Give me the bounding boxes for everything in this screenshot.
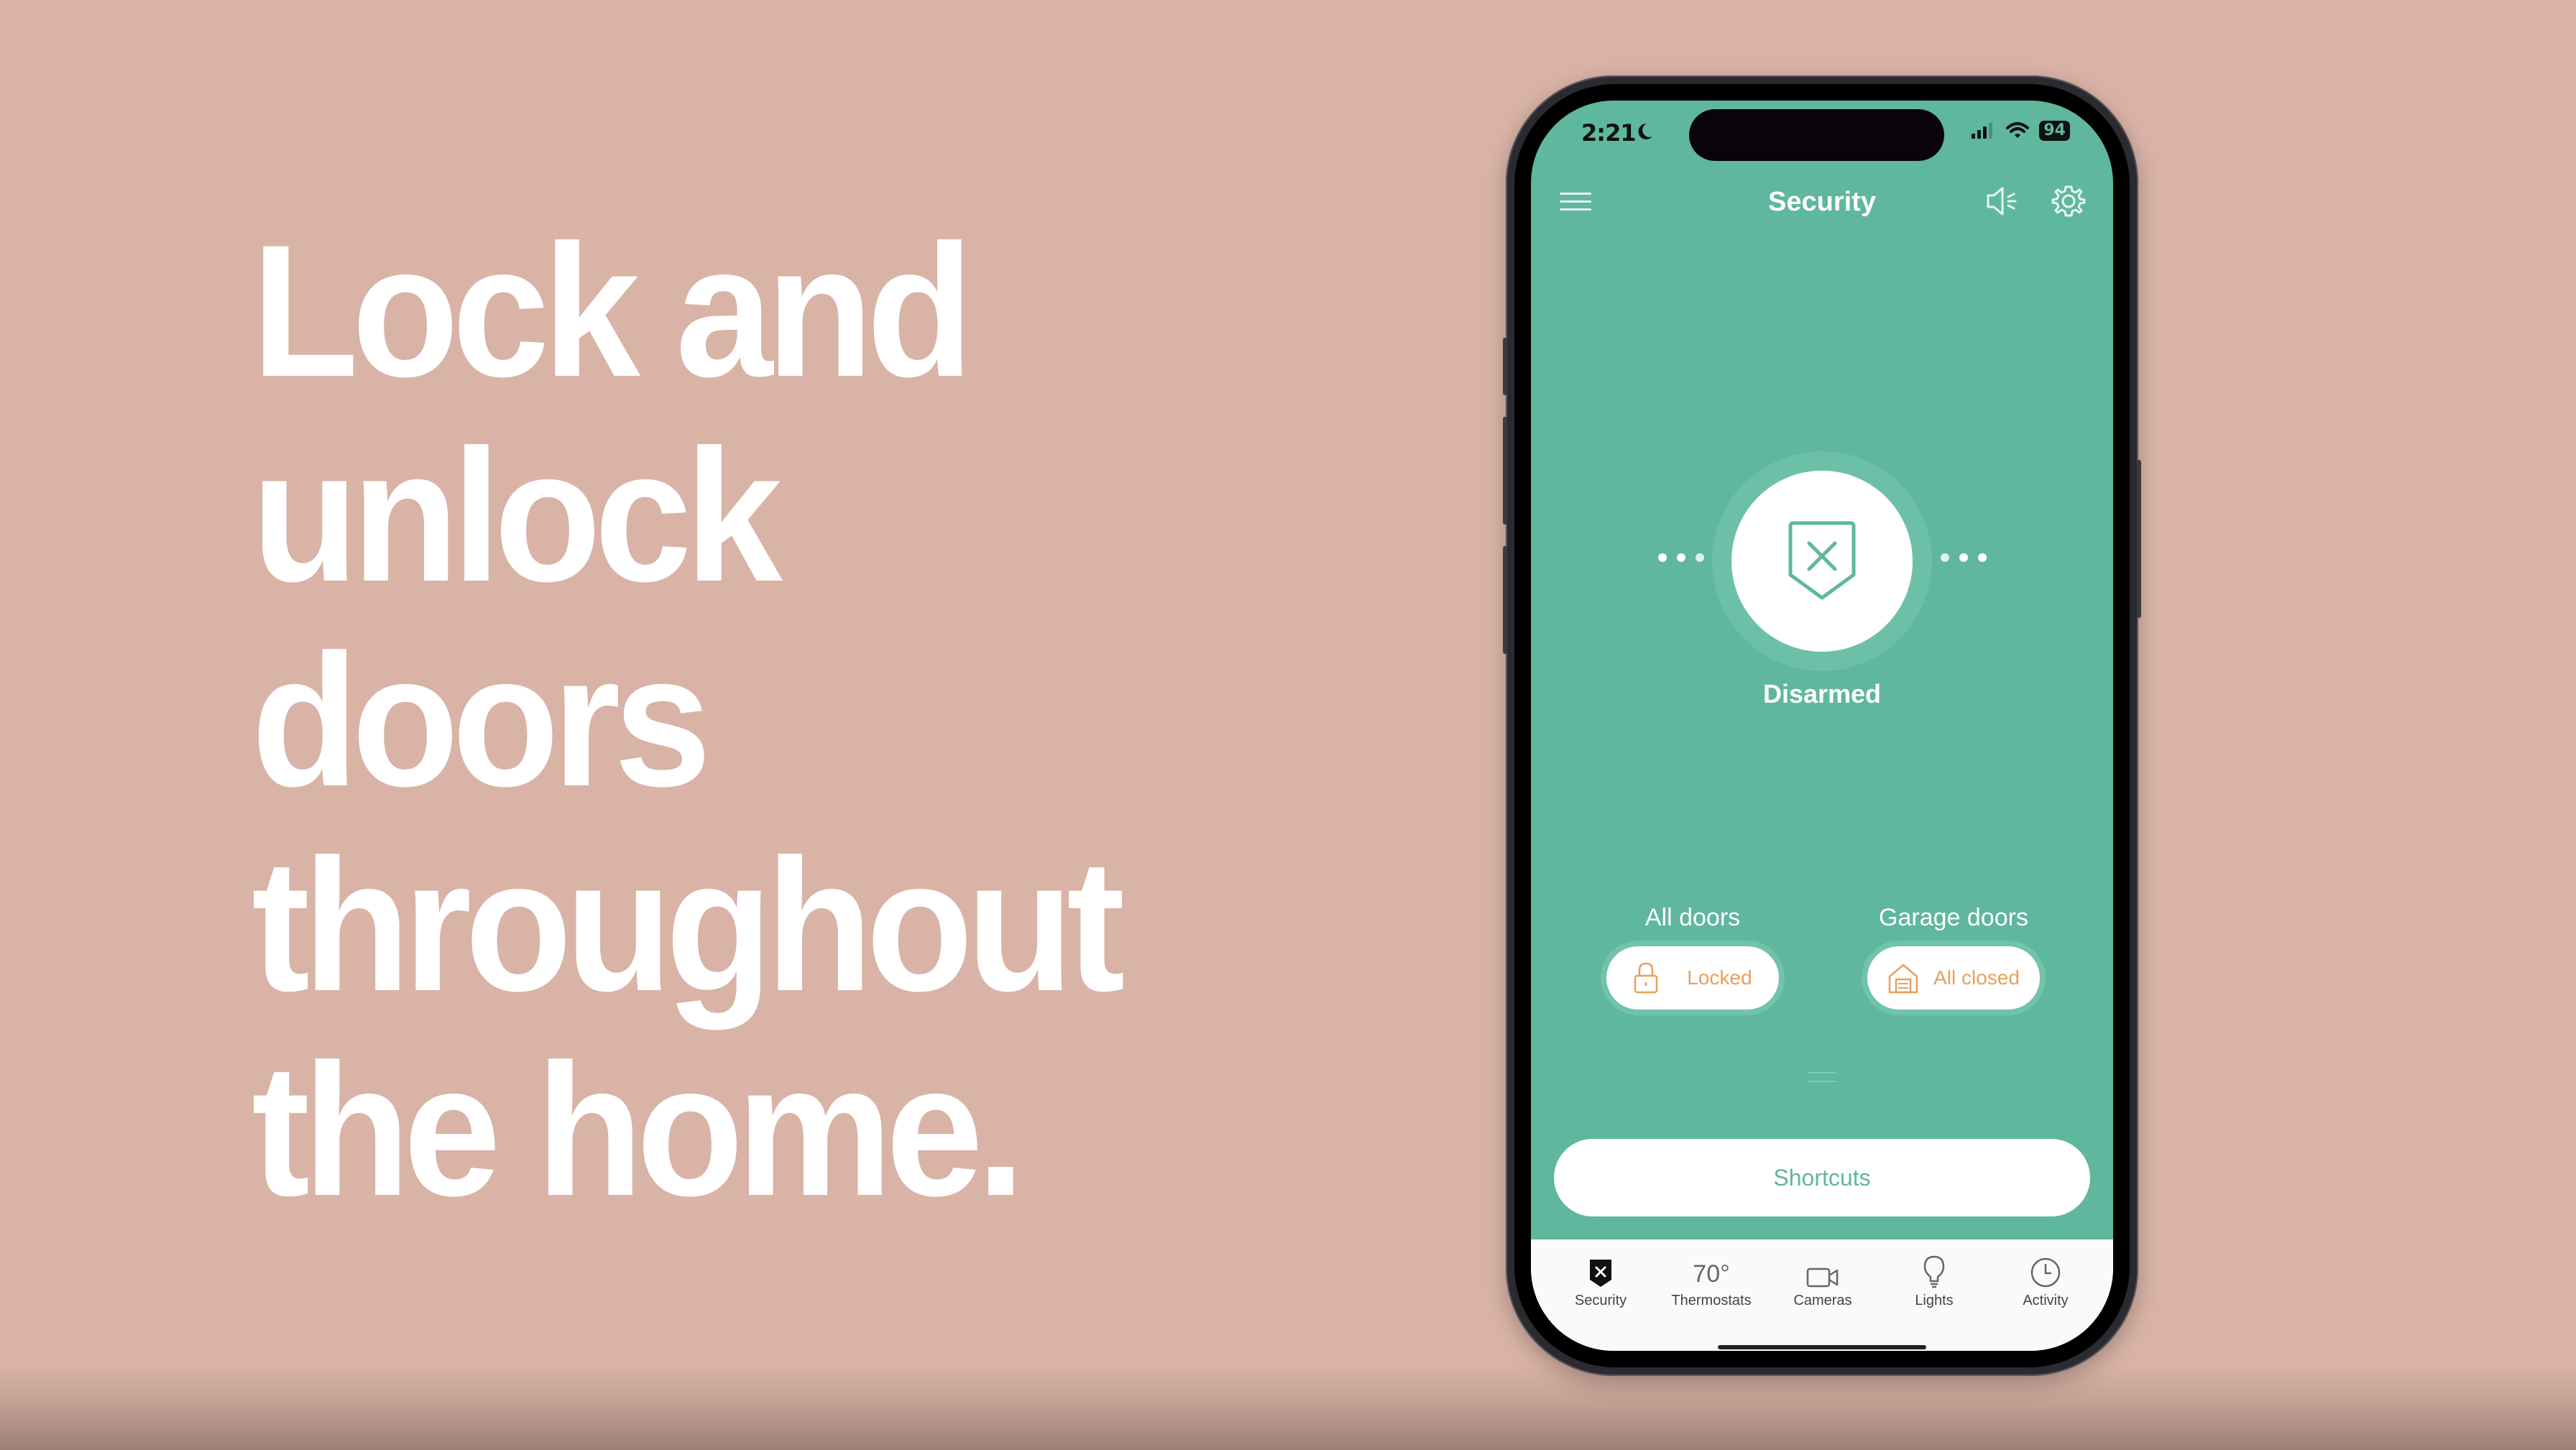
dynamic-island <box>1689 109 1944 161</box>
status-right: 94 <box>1972 121 2070 141</box>
tab-lights[interactable]: Lights <box>1884 1255 1984 1309</box>
garage-doors-button[interactable]: All closed <box>1867 946 2040 1010</box>
arm-left-dots <box>1658 553 1704 562</box>
battery-indicator: 94 <box>2039 121 2070 141</box>
shield-x-icon <box>1788 521 1856 600</box>
status-time: 2:21 <box>1581 119 1637 147</box>
gear-icon[interactable] <box>2051 184 2086 218</box>
all-doors-pill-outline: Locked <box>1601 941 1785 1015</box>
cellular-signal-icon <box>1972 123 1993 139</box>
bottom-tab-bar: Security 70° Thermostats Cameras Lights … <box>1531 1239 2113 1351</box>
arm-disarm-button[interactable] <box>1731 471 1913 652</box>
all-doors-button[interactable]: Locked <box>1606 946 1779 1010</box>
phone-volume-up-button <box>1503 417 1507 525</box>
garage-doors-pill-outline: All closed <box>1862 941 2046 1015</box>
wifi-icon <box>2006 122 2030 138</box>
tab-security[interactable]: Security <box>1550 1255 1651 1309</box>
tab-label: Lights <box>1915 1293 1954 1308</box>
speaker-icon[interactable] <box>1985 185 2018 217</box>
home-indicator[interactable] <box>1718 1345 1926 1349</box>
lightbulb-icon <box>1923 1255 1945 1288</box>
drawer-handle[interactable] <box>1808 1072 1836 1089</box>
all-doors-label: All doors <box>1644 904 1741 931</box>
garage-doors-label: Garage doors <box>1879 904 2028 931</box>
tab-label: Activity <box>2023 1293 2069 1308</box>
headline-line: Lock and <box>252 206 973 416</box>
moon-icon <box>1638 123 1652 139</box>
tab-thermostats[interactable]: 70° Thermostats <box>1661 1255 1762 1309</box>
all-doors-status: Locked <box>1687 966 1752 989</box>
headline-line: throughout <box>252 820 1125 1030</box>
tab-label: Security <box>1574 1293 1627 1308</box>
garage-doors-status: All closed <box>1933 966 2020 989</box>
shortcuts-button[interactable]: Shortcuts <box>1554 1139 2090 1216</box>
clock-icon <box>2030 1257 2061 1288</box>
arm-status-label: Disarmed <box>1762 679 1882 708</box>
headline: Lock and unlock doors throughout the hom… <box>252 206 1125 1235</box>
headline-line: the home. <box>252 1025 1025 1235</box>
garage-doors-group: Garage doors All closed <box>1860 904 2047 1015</box>
phone-power-button <box>2137 460 2141 618</box>
tab-cameras[interactable]: Cameras <box>1772 1255 1873 1309</box>
tab-activity[interactable]: Activity <box>1995 1255 2096 1309</box>
headline-line: doors <box>252 615 712 826</box>
tab-label: Cameras <box>1793 1293 1852 1308</box>
tab-label: Thermostats <box>1671 1293 1752 1308</box>
phone-screen: 2:21 94 Security Disarmed All doors Lock… <box>1531 101 2113 1351</box>
all-doors-group: All doors Locked <box>1599 904 1786 1015</box>
thermostat-temperature: 70° <box>1693 1260 1730 1288</box>
shield-x-icon <box>1590 1260 1611 1287</box>
padlock-icon <box>1634 962 1658 994</box>
arm-right-dots <box>1941 553 1987 562</box>
headline-line: unlock <box>252 410 783 621</box>
page-title: Security <box>1768 187 1876 217</box>
video-camera-icon <box>1806 1267 1839 1288</box>
phone-volume-down-button <box>1503 546 1507 654</box>
phone-side-button <box>1503 338 1507 395</box>
garage-icon <box>1888 964 1918 994</box>
